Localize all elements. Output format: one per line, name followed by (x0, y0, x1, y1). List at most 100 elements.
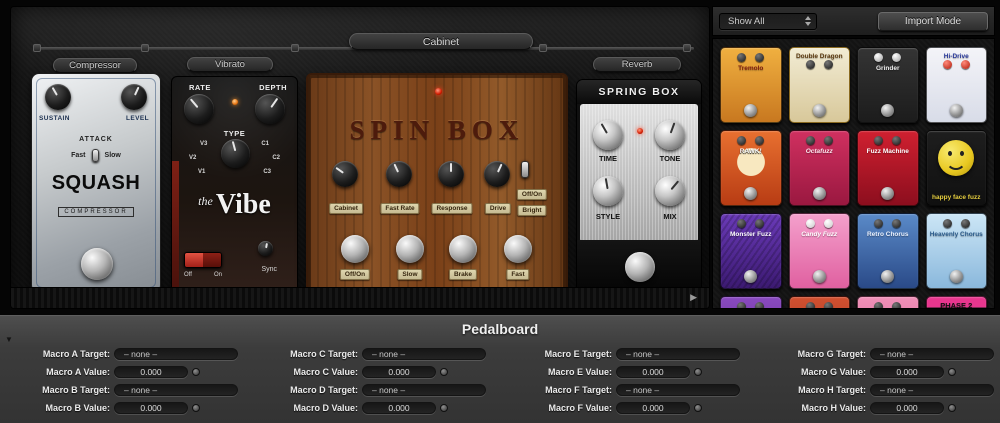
macro-a-value-knob[interactable] (192, 367, 200, 376)
macro-h-target-label: Macro H Target: (798, 384, 866, 395)
browser-pedal-happy-face-fuzz[interactable]: happy face fuzz (925, 130, 987, 206)
springbox-title-band: SPRING BOX (577, 80, 701, 104)
time-knob[interactable] (593, 120, 623, 150)
type-selector-knob[interactable] (221, 139, 250, 168)
drive-knob[interactable] (484, 161, 510, 187)
response-knob[interactable] (438, 161, 464, 187)
cabinet-knob[interactable] (332, 161, 358, 187)
spinbox-fast-footswitch[interactable] (504, 235, 532, 263)
tile-knobs (737, 302, 765, 308)
browser-pedal[interactable] (720, 296, 782, 308)
macro-g-value-knob[interactable] (948, 367, 956, 376)
macro-f-target-select[interactable]: – none – (616, 383, 740, 396)
browser-pedal-candy-fuzz[interactable]: Candy Fuzz (788, 213, 850, 289)
browser-pedal-heavenly-chorus[interactable]: Heavenly Chorus (925, 213, 987, 289)
slot-label-cabinet[interactable]: Cabinet (349, 33, 533, 50)
tile-knobs (805, 219, 833, 228)
tile-footswitch (744, 270, 758, 283)
attack-toggle[interactable] (91, 149, 99, 162)
vibe-bypass-rocker[interactable] (184, 252, 222, 268)
macro-d-value-slider[interactable]: 0.000 (362, 401, 436, 414)
browser-pedal-grinder[interactable]: Grinder (857, 47, 919, 123)
on-label: On (213, 272, 222, 278)
browser-pedal-phase-2[interactable]: PHASE 2 (925, 296, 987, 309)
macro-e-value-slider[interactable]: 0.000 (616, 365, 690, 378)
browser-pedal-monster-fuzz[interactable]: Monster Fuzz (720, 213, 782, 289)
macro-h-value-knob[interactable] (948, 403, 956, 412)
tile-name: happy face fuzz (932, 193, 981, 201)
macro-c-target-select[interactable]: – none – (362, 347, 486, 360)
browser-pedal-rawk[interactable]: RAWK! (720, 130, 782, 206)
slot-label-vibrato[interactable]: Vibrato (187, 57, 273, 72)
browser-pedal-double-dragon[interactable]: Double Dragon (788, 47, 850, 123)
macro-c-value-slider[interactable]: 0.000 (362, 365, 436, 378)
slot-label-compressor[interactable]: Compressor (53, 58, 137, 73)
spinbox-brake-footswitch[interactable] (449, 235, 477, 263)
scroll-right-arrow-icon[interactable]: ▶ (690, 292, 697, 303)
tile-footswitch (812, 187, 826, 200)
sustain-knob[interactable] (45, 84, 71, 110)
vibe-side-stripe (172, 161, 179, 292)
tile-name: Octafuzz (805, 148, 833, 155)
level-knob[interactable] (121, 84, 147, 110)
level-label: LEVEL (126, 115, 149, 122)
macro-g-target-value: – none – (880, 348, 914, 359)
fast-rate-knob[interactable] (386, 161, 412, 187)
macro-b-value-knob[interactable] (192, 403, 200, 412)
vibe-title-prefix: the (198, 194, 213, 208)
macro-d-value-knob[interactable] (440, 403, 448, 412)
macro-g-value-label: Macro G Value: (800, 366, 866, 377)
macro-f-value-knob[interactable] (694, 403, 702, 412)
rate-label: RATE (189, 83, 211, 92)
browser-pedal-retro-chorus[interactable]: Retro Chorus (857, 213, 919, 289)
springbox-footswitch[interactable] (625, 252, 655, 282)
macro-e-target-select[interactable]: – none – (616, 347, 740, 360)
macro-c-value-knob[interactable] (440, 367, 448, 376)
macro-g-target-select[interactable]: – none – (870, 347, 994, 360)
pedal-grid: Tremolo Double Dragon Grinder Hi-Drive R (712, 38, 995, 309)
squash-footswitch[interactable] (81, 248, 113, 280)
vibe-title: the Vibe (172, 189, 297, 221)
drive-plate: Drive (484, 203, 512, 214)
macro-d-target-select[interactable]: – none – (362, 383, 486, 396)
slow-label: Slow (104, 152, 121, 159)
tile-knobs (737, 219, 765, 228)
style-knob[interactable] (593, 176, 623, 206)
tile-footswitch (949, 104, 963, 117)
import-mode-button[interactable]: Import Mode (878, 11, 988, 31)
macro-a-target-select[interactable]: – none – (114, 347, 238, 360)
slot-label-reverb[interactable]: Reverb (593, 57, 681, 72)
chain-node (33, 44, 41, 52)
mix-knob[interactable] (655, 176, 685, 206)
browser-pedal-hi-drive[interactable]: Hi-Drive (925, 47, 987, 123)
attack-switch-row: Fast Slow (32, 149, 160, 162)
browser-pedal-octafuzz[interactable]: Octafuzz (788, 130, 850, 206)
tile-knobs (737, 53, 765, 62)
tone-knob[interactable] (655, 120, 685, 150)
offon-switch-plate: Off/On (339, 269, 371, 280)
spinbox-slow-footswitch[interactable] (396, 235, 424, 263)
browser-pedal[interactable] (857, 296, 919, 308)
macro-a-value-slider[interactable]: 0.000 (114, 365, 188, 378)
macro-b-value-slider[interactable]: 0.000 (114, 401, 188, 414)
type-pos-c3: C3 (263, 169, 271, 175)
macro-e-value-knob[interactable] (694, 367, 702, 376)
tile-name: Retro Chorus (866, 231, 909, 238)
browser-pedal[interactable] (788, 296, 850, 308)
macro-g-value-slider[interactable]: 0.000 (870, 365, 944, 378)
tile-name: PHASE 2 (940, 301, 973, 309)
spinbox-offon-footswitch[interactable] (341, 235, 369, 263)
sync-knob[interactable] (258, 241, 273, 256)
depth-knob[interactable] (255, 94, 285, 124)
browser-pedal-tremolo[interactable]: Tremolo (720, 47, 782, 123)
macro-f-value-slider[interactable]: 0.000 (616, 401, 690, 414)
rate-knob[interactable] (184, 94, 214, 124)
smiley-face-icon (938, 140, 975, 176)
macro-h-value-slider[interactable]: 0.000 (870, 401, 944, 414)
macro-h-target-select[interactable]: – none – (870, 383, 994, 396)
filter-dropdown[interactable]: Show All (719, 12, 817, 30)
macro-b-target-select[interactable]: – none – (114, 383, 238, 396)
bright-toggle[interactable] (521, 161, 529, 178)
browser-pedal-fuzz-machine[interactable]: Fuzz Machine (857, 130, 919, 206)
macro-h-target-value: – none – (880, 384, 914, 395)
